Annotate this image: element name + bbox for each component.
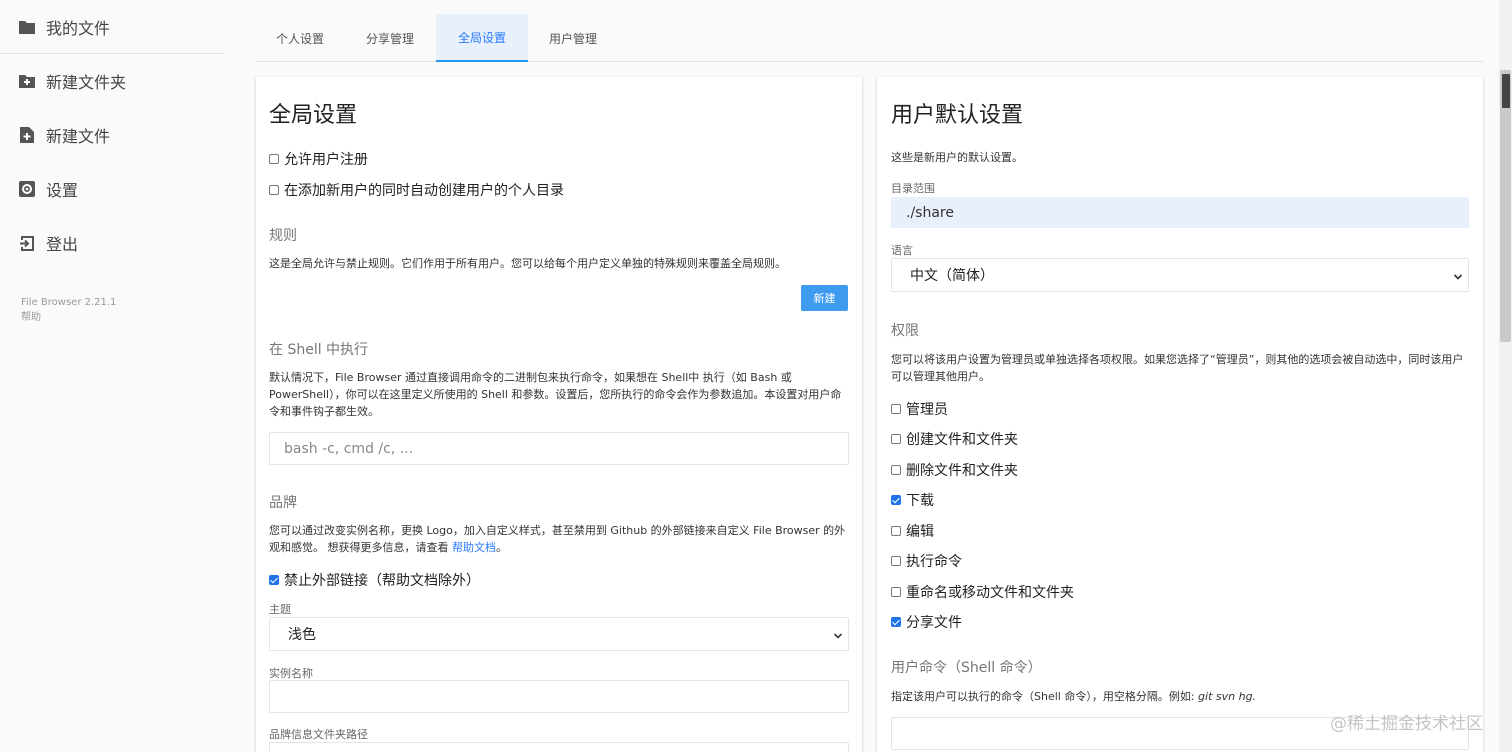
branding-dir-input[interactable]	[269, 742, 849, 752]
checkbox-label: 删除文件和文件夹	[906, 463, 1018, 479]
theme-label: 主题	[269, 603, 291, 616]
help-link[interactable]: 帮助	[21, 310, 116, 325]
perm-share-checkbox[interactable]: 分享文件	[891, 612, 962, 632]
checkbox-label: 创建文件和文件夹	[906, 432, 1018, 448]
scrollbar-thumb[interactable]	[1500, 70, 1511, 342]
tab-shares[interactable]: 分享管理	[345, 14, 435, 62]
sidebar-item-label: 登出	[46, 235, 79, 254]
help-docs-link[interactable]: 帮助文档	[452, 541, 496, 554]
tab-profile[interactable]: 个人设置	[255, 14, 345, 62]
checkbox-label: 在添加新用户的同时自动创建用户的个人目录	[284, 183, 564, 199]
permissions-description: 您可以将该用户设置为管理员或单独选择各项权限。如果您选择了“管理员”，则其他的选…	[891, 353, 1464, 383]
checkbox[interactable]	[891, 556, 901, 566]
language-select[interactable]: 中文（简体）	[891, 258, 1469, 292]
note-add-icon	[18, 126, 36, 144]
watermark: @稀土掘金技术社区	[1330, 714, 1483, 734]
create-user-dir-checkbox[interactable]: 在添加新用户的同时自动创建用户的个人目录	[269, 180, 564, 200]
checkbox-label: 编辑	[906, 524, 934, 540]
shell-input[interactable]: bash -c, cmd /c, ...	[269, 432, 849, 465]
checkbox[interactable]	[891, 526, 901, 536]
checkbox[interactable]	[891, 465, 901, 475]
checkbox[interactable]	[891, 617, 901, 627]
settings-icon	[18, 180, 36, 198]
sidebar-item-new-file[interactable]: 新建文件	[0, 108, 224, 162]
scope-input[interactable]: ./share	[891, 197, 1469, 228]
sidebar-item-logout[interactable]: 登出	[0, 216, 224, 270]
disable-external-links-checkbox[interactable]: 禁止外部链接（帮助文档除外）	[269, 570, 480, 590]
checkbox[interactable]	[891, 404, 901, 414]
language-label: 语言	[891, 244, 913, 257]
rules-heading: 规则	[269, 228, 297, 244]
checkbox-label: 禁止外部链接（帮助文档除外）	[284, 573, 480, 589]
page-title: 全局设置	[269, 103, 358, 128]
checkbox-label: 下载	[906, 493, 934, 509]
allow-signup-checkbox[interactable]: 允许用户注册	[269, 149, 368, 169]
language-select-value: 中文（简体）	[910, 268, 994, 284]
global-settings-card: 全局设置 允许用户注册 在添加新用户的同时自动创建用户的个人目录 规则 这是全局…	[256, 77, 862, 752]
checkbox[interactable]	[269, 154, 279, 164]
checkbox-label: 执行命令	[906, 554, 962, 570]
settings-tabs: 个人设置 分享管理 全局设置 用户管理	[255, 14, 1483, 62]
version-text: File Browser 2.21.1	[21, 297, 117, 308]
perm-admin-checkbox[interactable]: 管理员	[891, 399, 948, 419]
chevron-down-icon	[1453, 270, 1463, 286]
shell-heading: 在 Shell 中执行	[269, 342, 369, 358]
perm-download-checkbox[interactable]: 下载	[891, 490, 934, 510]
commands-description: 指定该用户可以执行的命令（Shell 命令），用空格分隔。例如: git svn…	[891, 688, 1471, 705]
tab-users[interactable]: 用户管理	[528, 14, 618, 62]
user-defaults-description: 这些是新用户的默认设置。	[891, 151, 1023, 164]
scope-label: 目录范围	[891, 182, 935, 195]
rules-description: 这是全局允许与禁止规则。它们作用于所有用户。您可以给每个用户定义单独的特殊规则来…	[269, 257, 786, 270]
perm-execute-checkbox[interactable]: 执行命令	[891, 551, 962, 571]
sidebar-item-label: 新建文件	[46, 127, 111, 146]
sidebar-item-label: 设置	[46, 181, 79, 200]
branding-description: 您可以通过改变实例名称，更换 Logo，加入自定义样式，甚至禁用到 Github…	[269, 522, 851, 556]
tab-global[interactable]: 全局设置	[436, 14, 528, 62]
user-defaults-card: 用户默认设置 这些是新用户的默认设置。 目录范围 ./share 语言 中文（简…	[877, 77, 1483, 752]
commands-desc-text: 指定该用户可以执行的命令（Shell 命令），用空格分隔。例如:	[891, 690, 1199, 703]
shell-description: 默认情况下，File Browser 通过直接调用命令的二进制包来执行命令，如果…	[269, 371, 842, 418]
logout-icon	[18, 234, 36, 252]
sidebar: 我的文件 新建文件夹 新建文件 设置 登出 File Browser 2.21.…	[0, 0, 224, 752]
theme-select[interactable]: 浅色	[269, 617, 849, 651]
checkbox-label: 分享文件	[906, 615, 962, 631]
version-info: File Browser 2.21.1 帮助	[21, 295, 116, 325]
checkbox[interactable]	[269, 575, 279, 585]
branding-dir-label: 品牌信息文件夹路径	[269, 728, 368, 741]
checkbox[interactable]	[891, 434, 901, 444]
user-defaults-title: 用户默认设置	[891, 103, 1024, 128]
sidebar-item-settings[interactable]: 设置	[0, 162, 224, 216]
theme-select-value: 浅色	[288, 627, 316, 643]
sidebar-item-my-files[interactable]: 我的文件	[0, 0, 224, 54]
perm-edit-checkbox[interactable]: 编辑	[891, 521, 934, 541]
sidebar-item-new-folder[interactable]: 新建文件夹	[0, 54, 224, 108]
perm-delete-checkbox[interactable]: 删除文件和文件夹	[891, 460, 1018, 480]
sidebar-item-label: 我的文件	[46, 19, 111, 38]
branding-desc-end: 。	[496, 541, 507, 554]
perm-rename-checkbox[interactable]: 重命名或移动文件和文件夹	[891, 582, 1074, 602]
sidebar-item-label: 新建文件夹	[46, 73, 127, 92]
branding-heading: 品牌	[269, 495, 297, 511]
create-folder-icon	[18, 72, 36, 90]
checkbox-label: 重命名或移动文件和文件夹	[906, 585, 1074, 601]
checkbox-label: 管理员	[906, 402, 948, 418]
checkbox-label: 允许用户注册	[284, 152, 368, 168]
instance-name-input[interactable]	[269, 680, 849, 713]
perm-create-checkbox[interactable]: 创建文件和文件夹	[891, 429, 1018, 449]
checkbox[interactable]	[269, 185, 279, 195]
permissions-heading: 权限	[891, 323, 919, 339]
checkbox[interactable]	[891, 587, 901, 597]
scrollbar-handle	[1502, 74, 1510, 108]
branding-desc-text: 您可以通过改变实例名称，更换 Logo，加入自定义样式，甚至禁用到 Github…	[269, 524, 846, 554]
checkbox[interactable]	[891, 495, 901, 505]
chevron-down-icon	[833, 629, 843, 645]
commands-example: git svn hg.	[1198, 690, 1257, 703]
instance-name-label: 实例名称	[269, 667, 313, 680]
new-rule-button[interactable]: 新建	[801, 285, 848, 311]
commands-heading: 用户命令（Shell 命令）	[891, 660, 1042, 676]
folder-icon	[18, 18, 36, 36]
